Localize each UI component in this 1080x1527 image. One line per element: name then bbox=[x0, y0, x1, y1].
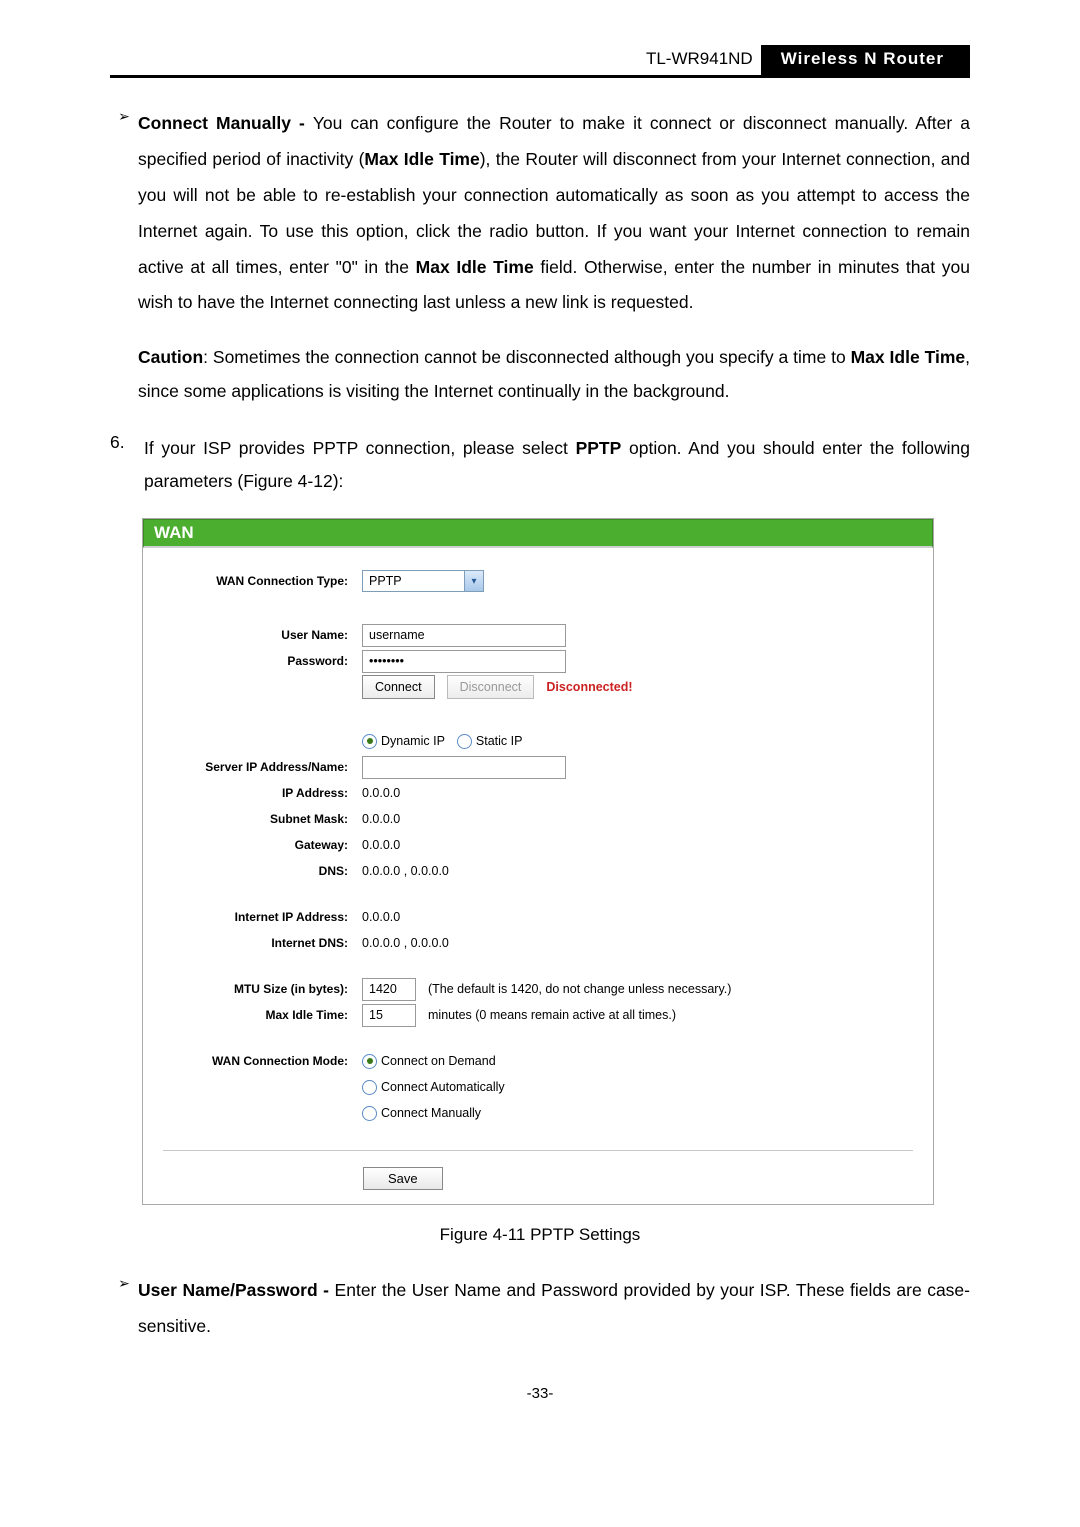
row-server: Server IP Address/Name: bbox=[163, 754, 913, 780]
page-number: -33- bbox=[110, 1385, 970, 1402]
ip-value: 0.0.0.0 bbox=[362, 786, 400, 800]
radio-icon bbox=[362, 1080, 377, 1095]
wan-settings-figure: WAN WAN Connection Type: PPTP ▾ User Nam… bbox=[142, 518, 934, 1205]
bullet-icon: ➢ bbox=[110, 106, 138, 321]
row-ip: IP Address: 0.0.0.0 bbox=[163, 780, 913, 806]
bullet-text: Connect Manually - You can configure the… bbox=[138, 106, 970, 321]
row-inet-dns: Internet DNS: 0.0.0.0 , 0.0.0.0 bbox=[163, 930, 913, 956]
page: TL-WR941ND Wireless N Router ➢ Connect M… bbox=[0, 0, 1080, 1442]
panel-title: WAN bbox=[143, 519, 933, 548]
model-label: TL-WR941ND bbox=[646, 45, 761, 75]
row-mode-demand: WAN Connection Mode: Connect on Demand bbox=[163, 1048, 913, 1074]
bullet-icon: ➢ bbox=[110, 1273, 138, 1345]
mtu-input[interactable]: 1420 bbox=[362, 978, 416, 1001]
figure-caption: Figure 4-11 PPTP Settings bbox=[110, 1225, 970, 1245]
bullet-connect-manually: ➢ Connect Manually - You can configure t… bbox=[110, 106, 970, 321]
radio-static-ip[interactable]: Static IP bbox=[457, 734, 523, 749]
radio-dynamic-ip[interactable]: Dynamic IP bbox=[362, 734, 445, 749]
wan-connection-type-select[interactable]: PPTP ▾ bbox=[362, 570, 484, 592]
bullet-username-password: ➢ User Name/Password - Enter the User Na… bbox=[110, 1273, 970, 1345]
dns-value: 0.0.0.0 , 0.0.0.0 bbox=[362, 864, 449, 878]
row-inet-ip: Internet IP Address: 0.0.0.0 bbox=[163, 904, 913, 930]
bullet-lead: Connect Manually - bbox=[138, 113, 313, 133]
row-password: Password: •••••••• bbox=[163, 648, 913, 674]
chevron-down-icon: ▾ bbox=[464, 571, 483, 591]
radio-connect-on-demand[interactable]: Connect on Demand bbox=[362, 1054, 496, 1069]
connection-status: Disconnected! bbox=[546, 680, 632, 694]
step-6: 6. If your ISP provides PPTP connection,… bbox=[110, 432, 970, 499]
row-connect-controls: Connect Disconnect Disconnected! bbox=[163, 674, 913, 700]
internet-dns-value: 0.0.0.0 , 0.0.0.0 bbox=[362, 936, 449, 950]
server-input[interactable] bbox=[362, 756, 566, 779]
connect-button[interactable]: Connect bbox=[362, 675, 435, 699]
row-mtu: MTU Size (in bytes): 1420 (The default i… bbox=[163, 976, 913, 1002]
subnet-value: 0.0.0.0 bbox=[362, 812, 400, 826]
radio-connect-manually[interactable]: Connect Manually bbox=[362, 1106, 481, 1121]
row-mode-manual: Connect Manually bbox=[163, 1100, 913, 1126]
row-ip-mode: Dynamic IP Static IP bbox=[163, 728, 913, 754]
internet-ip-value: 0.0.0.0 bbox=[362, 910, 400, 924]
row-dns: DNS: 0.0.0.0 , 0.0.0.0 bbox=[163, 858, 913, 884]
disconnect-button[interactable]: Disconnect bbox=[447, 675, 535, 699]
save-button[interactable]: Save bbox=[363, 1167, 443, 1190]
idle-input[interactable]: 15 bbox=[362, 1004, 416, 1027]
row-gateway: Gateway: 0.0.0.0 bbox=[163, 832, 913, 858]
step-text: If your ISP provides PPTP connection, pl… bbox=[144, 432, 970, 499]
row-username: User Name: username bbox=[163, 622, 913, 648]
bullet-text: User Name/Password - Enter the User Name… bbox=[138, 1273, 970, 1345]
radio-icon bbox=[362, 734, 377, 749]
row-subnet: Subnet Mask: 0.0.0.0 bbox=[163, 806, 913, 832]
radio-icon bbox=[362, 1054, 377, 1069]
row-mode-auto: Connect Automatically bbox=[163, 1074, 913, 1100]
radio-icon bbox=[457, 734, 472, 749]
gateway-value: 0.0.0.0 bbox=[362, 838, 400, 852]
step-number: 6. bbox=[110, 432, 144, 499]
mtu-hint: (The default is 1420, do not change unle… bbox=[428, 982, 731, 996]
radio-connect-automatically[interactable]: Connect Automatically bbox=[362, 1080, 505, 1095]
panel-body: WAN Connection Type: PPTP ▾ User Name: u… bbox=[143, 548, 933, 1204]
row-connection-type: WAN Connection Type: PPTP ▾ bbox=[163, 568, 913, 594]
doc-header: TL-WR941ND Wireless N Router bbox=[110, 45, 970, 78]
username-input[interactable]: username bbox=[362, 624, 566, 647]
radio-icon bbox=[362, 1106, 377, 1121]
save-bar: Save bbox=[163, 1150, 913, 1190]
product-label: Wireless N Router bbox=[761, 45, 970, 75]
password-input[interactable]: •••••••• bbox=[362, 650, 566, 673]
caution-block: Caution: Sometimes the connection cannot… bbox=[138, 341, 970, 408]
row-idle: Max Idle Time: 15 minutes (0 means remai… bbox=[163, 1002, 913, 1028]
idle-hint: minutes (0 means remain active at all ti… bbox=[428, 1008, 676, 1022]
